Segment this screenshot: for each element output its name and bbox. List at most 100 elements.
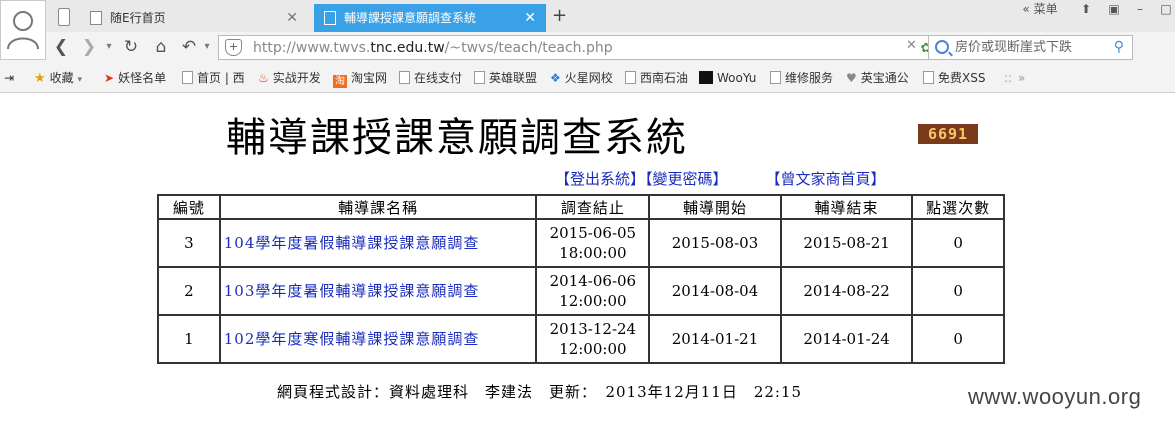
sidebar-toggle-icon[interactable]: ⇥ bbox=[4, 69, 14, 87]
table-row: 2 103學年度暑假輔導課授課意願調查 2014-06-06 12:00:00 2… bbox=[157, 266, 1005, 316]
col-header-start: 輔導開始 bbox=[648, 194, 782, 220]
bookmark-item[interactable]: ❖ 火星网校 bbox=[550, 69, 613, 87]
clear-icon[interactable]: ✕ bbox=[906, 38, 917, 53]
back-icon[interactable]: ❮ bbox=[50, 36, 72, 58]
page-icon bbox=[770, 71, 781, 84]
survey-end: 2013-12-24 12:00:00 bbox=[535, 314, 651, 364]
bookmark-favorites[interactable]: ★ 收藏 ▾ bbox=[34, 69, 82, 87]
restore-icon[interactable]: ▣ bbox=[1101, 0, 1127, 18]
page-icon bbox=[625, 71, 636, 84]
start-date: 2014-01-21 bbox=[648, 314, 782, 364]
col-header-finish: 輔導結束 bbox=[779, 194, 914, 220]
row-id: 1 bbox=[157, 314, 221, 364]
search-icon bbox=[935, 40, 949, 54]
col-header-survey-end: 調查結止 bbox=[535, 194, 651, 220]
undo-dropdown-icon[interactable]: ▾ bbox=[196, 36, 218, 58]
fire-icon: ❖ bbox=[550, 71, 561, 85]
menu-label[interactable]: « 菜单 bbox=[1005, 0, 1075, 18]
bookmark-item[interactable]: ♨ 实战开发 bbox=[258, 69, 321, 87]
watermark: www.wooyun.org bbox=[968, 384, 1142, 409]
survey-end: 2014-06-06 12:00:00 bbox=[535, 266, 651, 316]
survey-table: 編號 輔導課名稱 調查結止 輔導開始 輔導結束 點選次數 3 104學年度暑假輔… bbox=[157, 194, 1005, 364]
table-header-row: 編號 輔導課名稱 調查結止 輔導開始 輔導結束 點選次數 bbox=[157, 194, 1005, 220]
start-date: 2015-08-03 bbox=[648, 218, 782, 268]
arrow-icon: ➤ bbox=[104, 71, 115, 85]
course-link[interactable]: 102學年度寒假輔導課授課意願調查 bbox=[218, 314, 538, 364]
page-icon bbox=[324, 11, 336, 25]
course-link[interactable]: 103學年度暑假輔導課授課意願調查 bbox=[218, 266, 538, 316]
search-box[interactable]: 房价或现断崖式下跌 ⚲ bbox=[928, 35, 1133, 60]
refresh-icon[interactable]: ↻ bbox=[120, 36, 142, 58]
more-bookmarks-icon[interactable]: :: bbox=[1004, 69, 1012, 87]
tab-home[interactable]: 随E行首页 ✕ bbox=[80, 4, 308, 32]
address-bar[interactable]: + http://www.twvs.tnc.edu.tw/~twvs/teach… bbox=[218, 35, 967, 60]
table-row: 3 104學年度暑假輔導課授課意願調查 2015-06-05 18:00:00 2… bbox=[157, 218, 1005, 268]
forward-icon[interactable]: ❯ bbox=[78, 36, 100, 58]
page-icon bbox=[182, 71, 193, 84]
tab-label: 輔導課授課意願調查系統 bbox=[344, 11, 477, 25]
change-password-link[interactable]: 【變更密碼】 bbox=[645, 170, 728, 188]
finish-date: 2014-08-22 bbox=[779, 266, 914, 316]
user-icon bbox=[7, 11, 39, 50]
upload-icon[interactable]: ⬆ bbox=[1073, 0, 1099, 18]
school-home-link[interactable]: 【曾文家商首頁】 bbox=[766, 170, 886, 188]
col-header-name: 輔導課名稱 bbox=[218, 194, 538, 220]
logout-link[interactable]: 【登出系統】 bbox=[555, 170, 645, 188]
bookmarks-bar: ⇥ ★ 收藏 ▾ ➤ 妖怪名单 首页 | 西 ♨ 实战开发 淘淘宝网 在线支付 英雄联… bbox=[0, 64, 1175, 92]
click-count: 0 bbox=[911, 218, 1005, 268]
heart-icon: ♥ bbox=[846, 71, 857, 85]
page-icon bbox=[90, 11, 102, 25]
minimize-icon[interactable]: – bbox=[1127, 0, 1153, 18]
wooyun-icon bbox=[699, 71, 713, 84]
table-row: 1 102學年度寒假輔導課授課意願調查 2013-12-24 12:00:00 2… bbox=[157, 314, 1005, 364]
finish-date: 2015-08-21 bbox=[779, 218, 914, 268]
close-icon[interactable]: ✕ bbox=[524, 4, 536, 32]
row-id: 2 bbox=[157, 266, 221, 316]
search-input[interactable]: 房价或现断崖式下跌 bbox=[955, 36, 1072, 59]
chevron-right-icon[interactable]: » bbox=[1018, 69, 1025, 87]
page-content: 輔導課授課意願調查系統 6691 【登出系統】【變更密碼】 【曾文家商首頁】 編號… bbox=[0, 93, 1175, 427]
click-count: 0 bbox=[911, 314, 1005, 364]
bookmark-item[interactable]: 英雄联盟 bbox=[474, 69, 537, 87]
bookmark-item[interactable]: 维修服务 bbox=[770, 69, 833, 87]
tab-label: 随E行首页 bbox=[110, 11, 166, 25]
page-title: 輔導課授課意願調查系統 bbox=[226, 115, 688, 161]
bookmark-item[interactable]: 西南石油 bbox=[625, 69, 688, 87]
page-icon bbox=[474, 71, 485, 84]
bookmark-item[interactable]: ♥ 英宝通公 bbox=[846, 69, 909, 87]
url-text[interactable]: http://www.twvs.tnc.edu.tw/~twvs/teach/t… bbox=[253, 36, 613, 60]
shield-icon: + bbox=[225, 39, 242, 56]
star-icon: ★ bbox=[34, 71, 46, 86]
col-header-clicks: 點選次數 bbox=[911, 194, 1005, 220]
bookmark-item[interactable]: 在线支付 bbox=[399, 69, 462, 87]
course-link[interactable]: 104學年度暑假輔導課授課意願調查 bbox=[218, 218, 538, 268]
bookmark-item[interactable]: 免费XSS bbox=[923, 69, 985, 87]
bookmark-item[interactable]: ➤ 妖怪名单 bbox=[104, 69, 166, 87]
forward-dropdown-icon[interactable]: ▾ bbox=[98, 36, 120, 58]
bookmark-item[interactable]: 首页 | 西 bbox=[182, 69, 245, 87]
close-icon[interactable]: ✕ bbox=[286, 4, 298, 32]
home-icon[interactable]: ⌂ bbox=[150, 36, 172, 58]
bookmark-item[interactable]: 淘淘宝网 bbox=[333, 69, 387, 88]
survey-end: 2015-06-05 18:00:00 bbox=[535, 218, 651, 268]
finish-date: 2014-01-24 bbox=[779, 314, 914, 364]
page-footer: 網頁程式設計：資料處理科 李建法 更新： 2013年12月11日 22:15 bbox=[277, 383, 803, 401]
maximize-icon[interactable]: □ bbox=[1153, 0, 1175, 18]
navigation-bar: ❮ ❯ ▾ ↻ ⌂ ↶ ▾ + http://www.twvs.tnc.edu.… bbox=[46, 32, 1175, 62]
menu-arrow-icon: « bbox=[1022, 2, 1030, 16]
taobao-icon: 淘 bbox=[333, 75, 347, 88]
mobile-icon[interactable] bbox=[58, 8, 70, 26]
click-count: 0 bbox=[911, 266, 1005, 316]
browser-chrome: 随E行首页 ✕ 輔導課授課意願調查系統 ✕ + « 菜单 ⬆ ▣ – □ ✕ ❮… bbox=[0, 0, 1175, 93]
flame-icon: ♨ bbox=[258, 71, 269, 85]
tab-strip: 随E行首页 ✕ 輔導課授課意願調查系統 ✕ + « 菜单 ⬆ ▣ – □ ✕ bbox=[46, 0, 1175, 32]
start-date: 2014-08-04 bbox=[648, 266, 782, 316]
user-avatar[interactable] bbox=[0, 0, 46, 60]
bookmark-item[interactable]: WooYu bbox=[699, 69, 756, 87]
new-tab-button[interactable]: + bbox=[552, 4, 567, 28]
page-icon bbox=[923, 71, 934, 84]
search-go-icon[interactable]: ⚲ bbox=[1114, 39, 1124, 55]
visit-counter: 6691 bbox=[918, 124, 978, 144]
col-header-id: 編號 bbox=[157, 194, 221, 220]
tab-survey[interactable]: 輔導課授課意願調查系統 ✕ bbox=[314, 4, 546, 32]
